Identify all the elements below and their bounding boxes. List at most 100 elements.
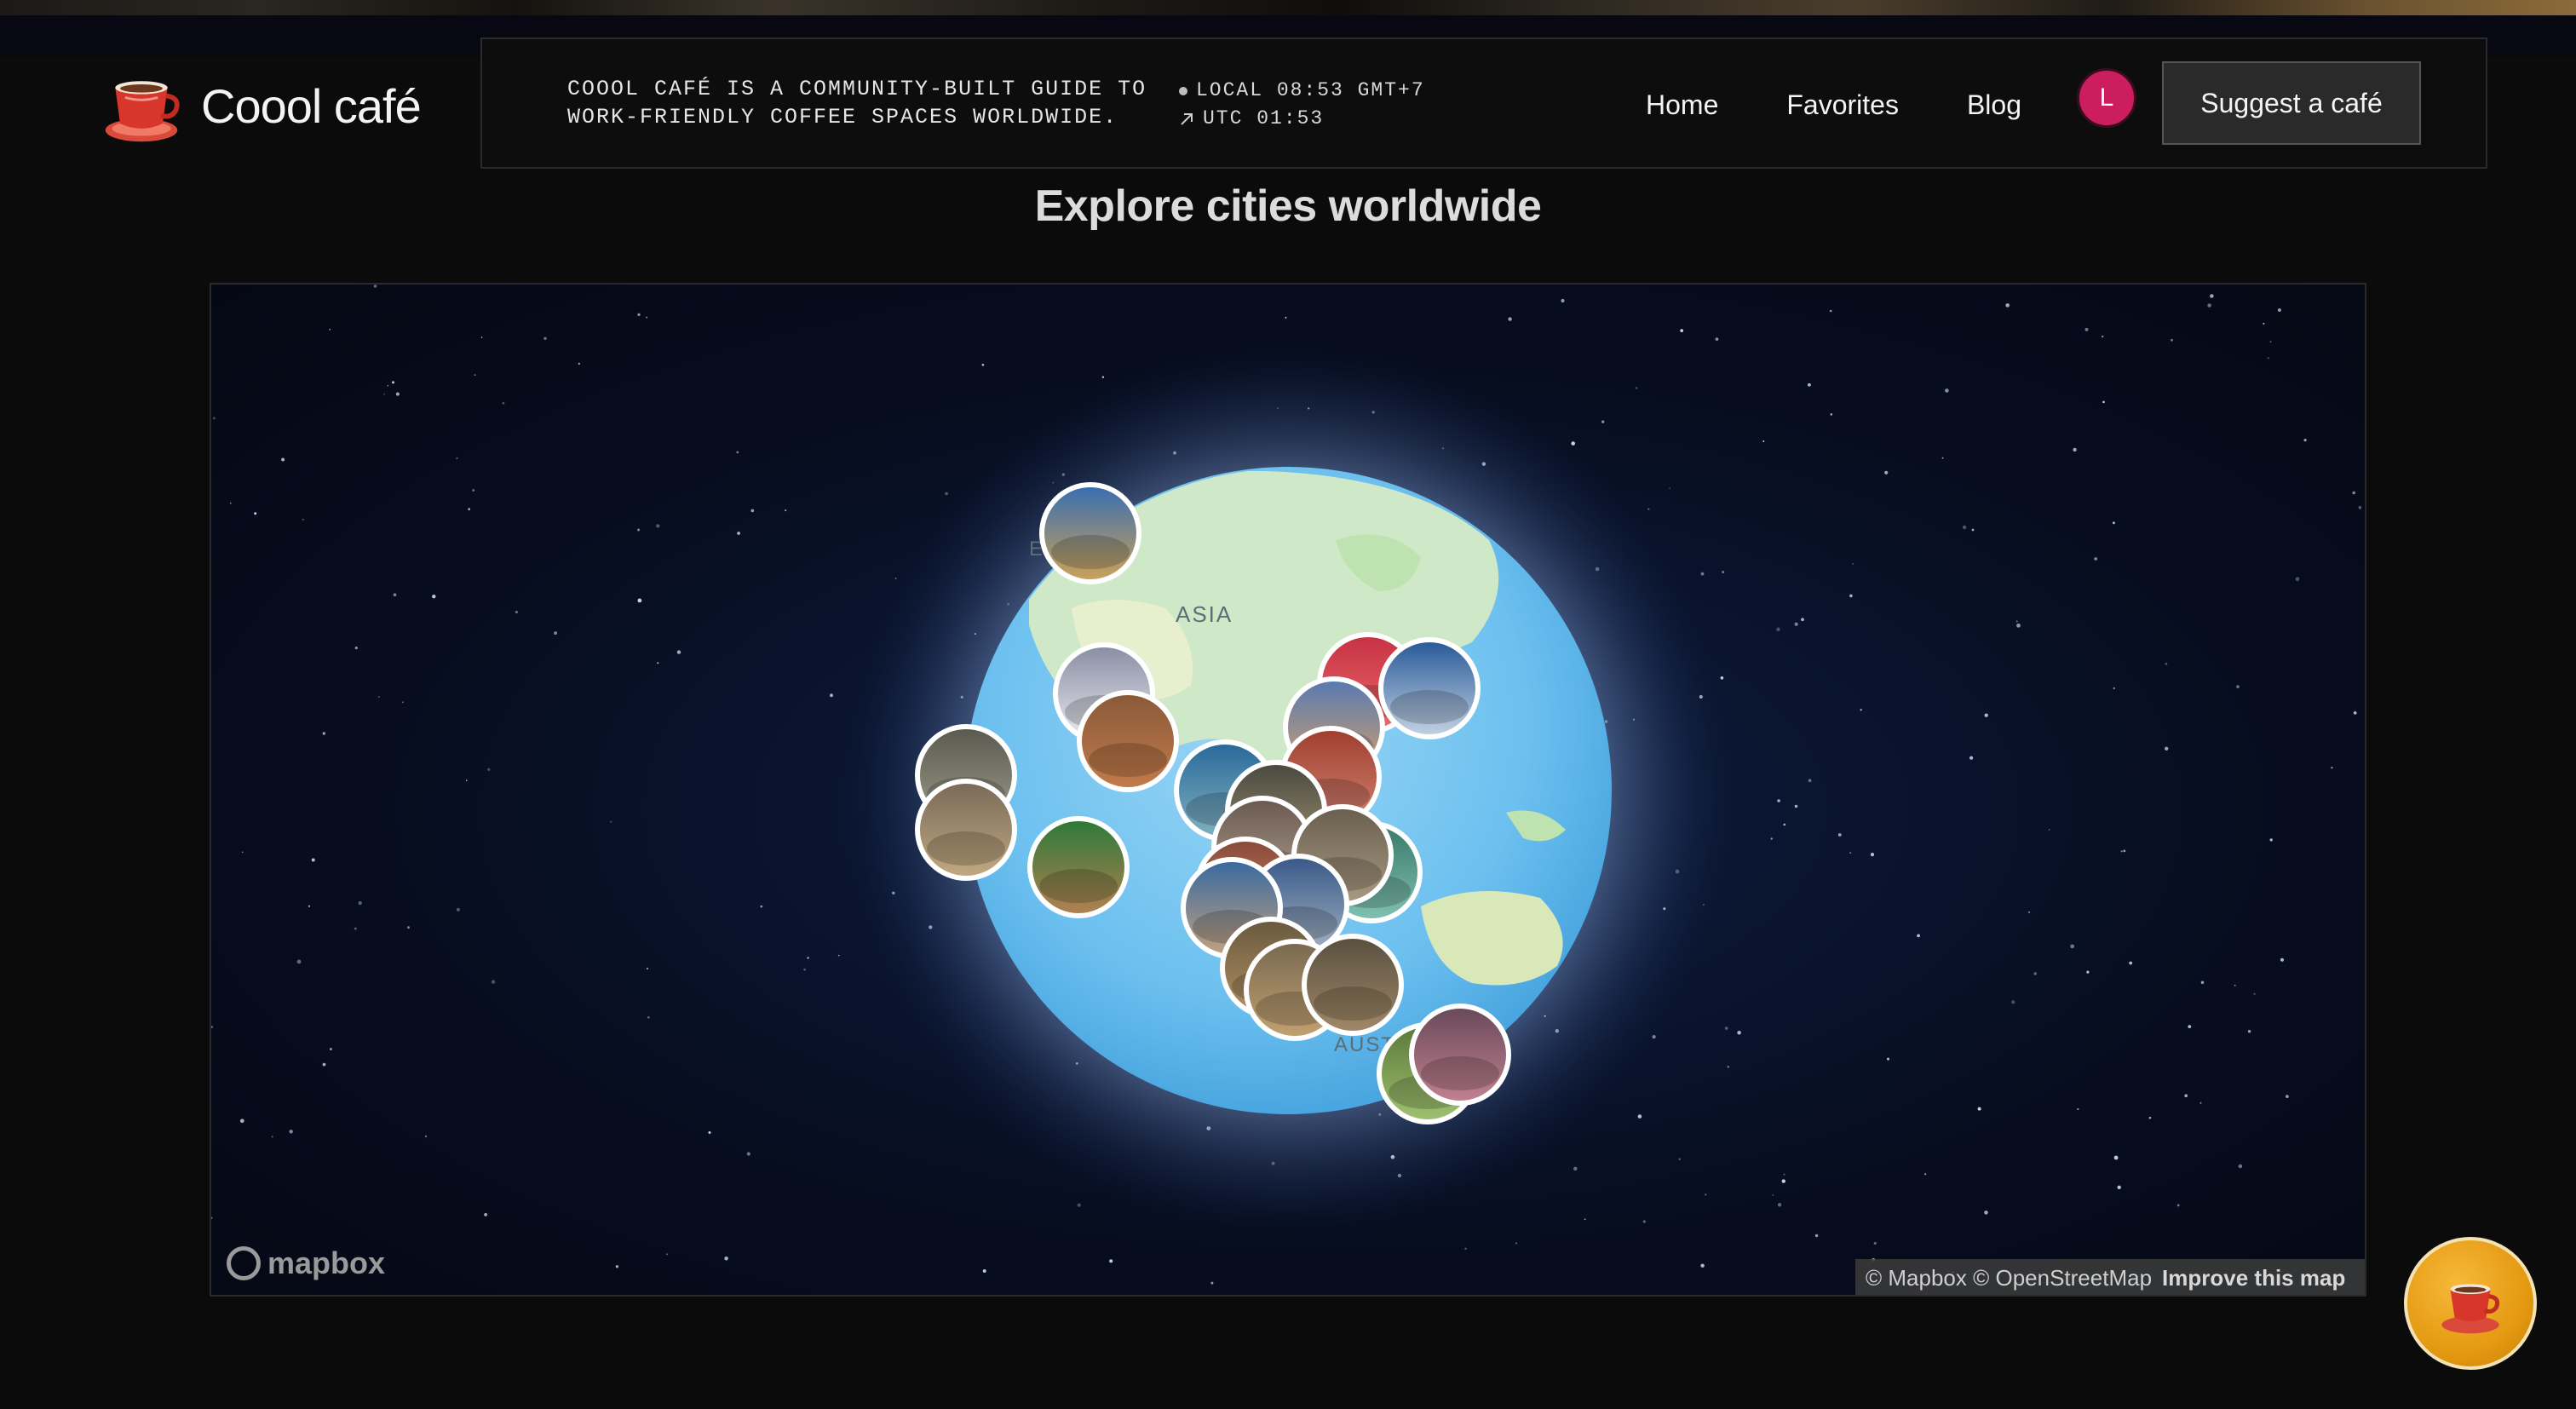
star [474, 374, 476, 376]
utc-time: UTC 01:53 [1203, 107, 1325, 129]
globe-canvas[interactable]: ASIA AUST E [211, 285, 2366, 1297]
star [240, 1119, 244, 1124]
star [1794, 804, 1798, 808]
star [502, 401, 505, 405]
star [271, 1136, 273, 1138]
nav-favorites[interactable]: Favorites [1786, 89, 1899, 121]
star [2005, 303, 2010, 308]
star [610, 820, 612, 823]
star [330, 1048, 332, 1050]
coffee-fab-button[interactable] [2404, 1237, 2537, 1370]
photo-shade [1314, 986, 1392, 1021]
star [736, 451, 739, 454]
star [2048, 829, 2050, 831]
star [1762, 440, 1765, 442]
avatar-initial: L [2099, 83, 2114, 112]
page-title: Explore cities worldwide [1034, 181, 1542, 231]
attribution-text[interactable]: © Mapbox © OpenStreetMap [1866, 1265, 2152, 1291]
star [637, 313, 641, 316]
city-marker[interactable] [1039, 482, 1141, 584]
star [354, 927, 357, 930]
mapbox-logo[interactable]: mapbox [227, 1245, 385, 1281]
star [785, 509, 787, 512]
photo-shade [927, 831, 1005, 866]
star [212, 417, 216, 420]
star [1808, 382, 1811, 387]
star [1715, 337, 1719, 341]
user-avatar[interactable]: L [2077, 68, 2136, 128]
star [2280, 958, 2284, 962]
star [1772, 1194, 1774, 1196]
star [1770, 837, 1773, 840]
star [1777, 799, 1780, 802]
suggest-cafe-button[interactable]: Suggest a café [2162, 61, 2421, 145]
globe-map[interactable]: ASIA AUST E mapbox © Mapbox © OpenStreet… [210, 283, 2366, 1297]
star [289, 1130, 293, 1134]
star [1917, 934, 1920, 938]
star [1783, 823, 1786, 826]
star [2286, 1095, 2289, 1098]
star [657, 662, 659, 664]
star [2331, 767, 2333, 769]
star [1977, 1107, 1981, 1111]
city-marker[interactable] [1302, 934, 1404, 1036]
star [377, 696, 380, 699]
star [2184, 1094, 2188, 1097]
coffee-cup-icon [105, 81, 180, 142]
city-marker[interactable] [1409, 1004, 1511, 1106]
star [1722, 571, 1725, 573]
star [760, 905, 763, 908]
star [1777, 1203, 1782, 1207]
star [837, 954, 840, 957]
star [2165, 662, 2168, 665]
city-marker[interactable] [915, 779, 1017, 881]
star [1830, 413, 1833, 416]
star [329, 328, 331, 331]
star [2117, 1185, 2121, 1190]
star [322, 732, 325, 735]
star [354, 647, 358, 650]
star [2113, 521, 2115, 525]
star [2033, 972, 2037, 975]
star [2269, 838, 2273, 842]
star [2303, 439, 2307, 442]
header-image-strip [0, 0, 2576, 15]
star [2358, 506, 2362, 509]
nav-home[interactable]: Home [1646, 89, 1718, 121]
star [402, 701, 404, 704]
star [2295, 577, 2300, 582]
star [229, 502, 232, 504]
star [2165, 746, 2169, 751]
star [1678, 1158, 1681, 1160]
city-marker[interactable] [1027, 816, 1130, 918]
star [803, 968, 807, 971]
star [1077, 1203, 1081, 1207]
local-time: LOCAL 08:53 GMT+7 [1196, 79, 1425, 101]
nav-blog[interactable]: Blog [1967, 89, 2021, 121]
city-marker[interactable] [1077, 690, 1179, 792]
star [2277, 308, 2281, 312]
star [241, 851, 244, 854]
header-panel: COOOL CAFÉ IS A COMMUNITY-BUILT GUIDE TO… [480, 37, 2487, 169]
star [1109, 1259, 1113, 1263]
star [358, 900, 362, 906]
star [1849, 852, 1852, 854]
star [432, 595, 436, 599]
star [487, 768, 491, 772]
star [281, 457, 285, 462]
star [2102, 400, 2105, 404]
star [708, 1131, 711, 1134]
star [484, 1213, 487, 1216]
star [1801, 618, 1804, 622]
photo-shade [1089, 743, 1167, 777]
improve-map-link[interactable]: Improve this map [2162, 1265, 2345, 1291]
star [465, 779, 468, 781]
star [302, 518, 304, 520]
city-marker[interactable] [1378, 637, 1481, 739]
star [393, 593, 397, 596]
star [2086, 970, 2090, 974]
star [1515, 1242, 1518, 1245]
brand-logo[interactable]: Coool café [101, 61, 422, 150]
star [2094, 557, 2098, 561]
star [373, 285, 377, 288]
